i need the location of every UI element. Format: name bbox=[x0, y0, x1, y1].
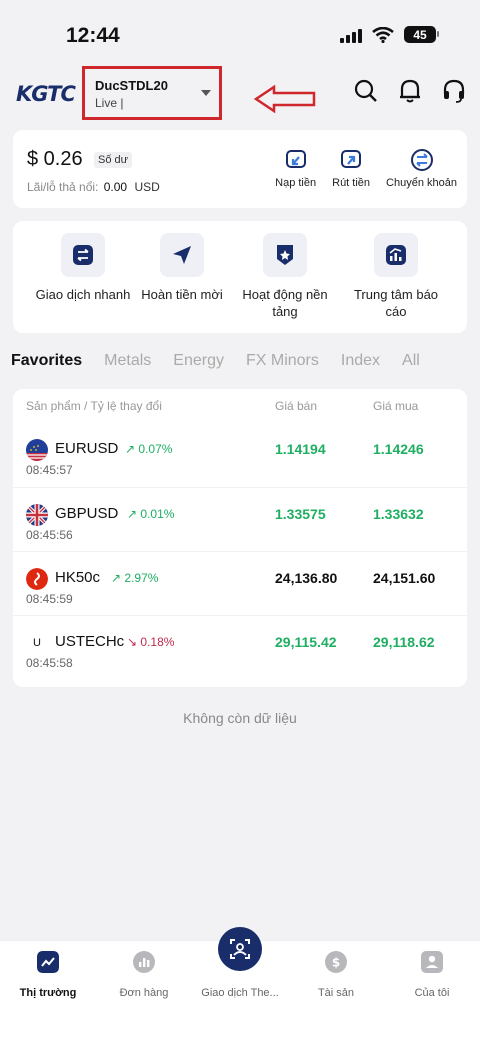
balance-actions: Nạp tiền Rút tiền Chuyển khoản bbox=[275, 148, 457, 189]
change-percent: ↗ 2.97% bbox=[111, 571, 159, 585]
brand-logo: KGTC bbox=[16, 82, 76, 106]
tab-index[interactable]: Index bbox=[341, 352, 380, 370]
symbol-name: EURUSD bbox=[55, 440, 119, 457]
change-percent: ↗ 0.01% bbox=[127, 507, 175, 521]
transfer-button[interactable]: Chuyển khoản bbox=[386, 148, 457, 189]
tab-favorites[interactable]: Favorites bbox=[11, 352, 82, 370]
bar-chart-icon bbox=[133, 951, 155, 973]
quick-actions-card: Giao dịch nhanh Hoàn tiền mời Hoạt động … bbox=[13, 221, 467, 333]
account-type: Live | bbox=[95, 96, 124, 110]
search-icon[interactable] bbox=[354, 78, 378, 104]
table-row[interactable]: GBPUSD ↗ 0.01% 08:45:56 1.33575 1.33632 bbox=[13, 487, 467, 551]
annotation-arrow-icon bbox=[254, 84, 316, 114]
headset-icon[interactable] bbox=[442, 78, 466, 104]
end-of-list-text: Không còn dữ liệu bbox=[183, 710, 297, 726]
floating-pnl: Lãi/lỗ thả nổi: 0.00 USD bbox=[27, 180, 160, 194]
report-center-button[interactable]: Trung tâm báo cáo bbox=[343, 233, 449, 320]
pnl-value: 0.00 bbox=[103, 180, 128, 194]
send-icon bbox=[160, 233, 204, 277]
hk-flag-icon bbox=[26, 568, 48, 590]
ask-price: 1.14246 bbox=[373, 441, 424, 457]
header-actions bbox=[354, 78, 466, 104]
symbol-name: GBPUSD bbox=[55, 505, 119, 522]
chart-line-icon bbox=[37, 951, 59, 973]
quote-time: 08:45:59 bbox=[26, 592, 73, 606]
bid-price: 29,115.42 bbox=[275, 634, 337, 650]
account-selector[interactable]: DucSTDL20 Live | bbox=[82, 66, 222, 120]
deposit-icon bbox=[285, 150, 306, 168]
transfer-icon bbox=[410, 149, 433, 171]
account-name: DucSTDL20 bbox=[95, 78, 168, 93]
signal-icon bbox=[340, 27, 362, 43]
table-row[interactable]: U USTECHc ↘ 0.18% 08:45:58 29,115.42 29,… bbox=[13, 615, 467, 679]
nav-assets[interactable]: $ Tài sản bbox=[288, 951, 384, 999]
bid-price: 1.33575 bbox=[275, 506, 326, 522]
quote-time: 08:45:56 bbox=[26, 528, 73, 542]
pnl-currency: USD bbox=[134, 180, 160, 194]
nav-profile[interactable]: Của tôi bbox=[384, 951, 480, 999]
pnl-label: Lãi/lỗ thả nổi: bbox=[27, 180, 99, 194]
bottom-nav: Thị trường Đơn hàng Giao dịch The... $ T… bbox=[0, 927, 480, 1043]
withdraw-icon bbox=[341, 150, 362, 168]
svg-text:$: $ bbox=[332, 956, 340, 970]
gb-us-flag-icon bbox=[26, 504, 48, 526]
tab-all[interactable]: All bbox=[402, 352, 420, 370]
withdraw-button[interactable]: Rút tiền bbox=[332, 148, 370, 189]
dollar-icon: $ bbox=[325, 951, 347, 973]
caret-down-icon bbox=[201, 90, 211, 96]
table-row[interactable]: HK50c ↗ 2.97% 08:45:59 24,136.80 24,151.… bbox=[13, 551, 467, 615]
battery-icon: 45 bbox=[404, 26, 439, 43]
eu-us-flag-icon bbox=[26, 439, 48, 461]
nav-markets[interactable]: Thị trường bbox=[0, 951, 96, 999]
market-tabs: Favorites Metals Energy FX Minors Index … bbox=[11, 352, 442, 370]
app-header: KGTC DucSTDL20 Live | bbox=[0, 62, 480, 122]
symbol-letter-icon: U bbox=[33, 637, 41, 649]
referral-rebate-button[interactable]: Hoàn tiền mời bbox=[135, 233, 229, 303]
platform-activities-button[interactable]: Hoạt động nền tảng bbox=[235, 233, 335, 320]
header-bid: Giá bán bbox=[275, 399, 318, 413]
ask-price: 1.33632 bbox=[373, 506, 424, 522]
status-time: 12:44 bbox=[66, 24, 120, 47]
quote-time: 08:45:57 bbox=[26, 463, 73, 477]
table-row[interactable]: EURUSD ↗ 0.07% 08:45:57 1.14194 1.14246 bbox=[13, 423, 467, 487]
tab-metals[interactable]: Metals bbox=[104, 352, 151, 370]
badge-icon bbox=[263, 233, 307, 277]
quote-time: 08:45:58 bbox=[26, 656, 73, 670]
tab-energy[interactable]: Energy bbox=[173, 352, 224, 370]
nav-orders[interactable]: Đơn hàng bbox=[96, 951, 192, 999]
status-icons: 45 bbox=[340, 26, 439, 43]
tab-fx-minors[interactable]: FX Minors bbox=[246, 352, 319, 370]
change-percent: ↗ 0.07% bbox=[125, 442, 173, 456]
symbol-name: USTECHc bbox=[55, 633, 125, 650]
ask-price: 24,151.60 bbox=[373, 570, 436, 586]
nav-trade[interactable]: Giao dịch The... bbox=[192, 951, 288, 999]
balance-tag: Số dư bbox=[94, 152, 132, 168]
user-icon bbox=[421, 951, 443, 973]
deposit-button[interactable]: Nạp tiền bbox=[275, 148, 316, 189]
nav-trade-spacer bbox=[229, 951, 251, 973]
quick-trade-button[interactable]: Giao dịch nhanh bbox=[31, 233, 135, 303]
status-bar: 12:44 45 bbox=[0, 0, 480, 62]
symbol-list: Sản phẩm / Tỷ lệ thay đổi Giá bán Giá mu… bbox=[13, 389, 467, 687]
wifi-icon bbox=[372, 26, 394, 43]
balance-card: $ 0.26 Số dư Lãi/lỗ thả nổi: 0.00 USD Nạ… bbox=[13, 130, 467, 208]
bid-price: 24,136.80 bbox=[275, 570, 338, 586]
symbol-name: HK50c bbox=[55, 569, 101, 586]
bid-price: 1.14194 bbox=[275, 441, 326, 457]
bell-icon[interactable] bbox=[398, 78, 422, 104]
balance-amount: $ 0.26 bbox=[27, 148, 83, 170]
ask-price: 29,118.62 bbox=[373, 634, 435, 650]
header-product: Sản phẩm / Tỷ lệ thay đổi bbox=[26, 399, 162, 413]
swap-icon bbox=[61, 233, 105, 277]
header-ask: Giá mua bbox=[373, 399, 419, 413]
change-percent: ↘ 0.18% bbox=[127, 635, 175, 649]
report-icon bbox=[374, 233, 418, 277]
